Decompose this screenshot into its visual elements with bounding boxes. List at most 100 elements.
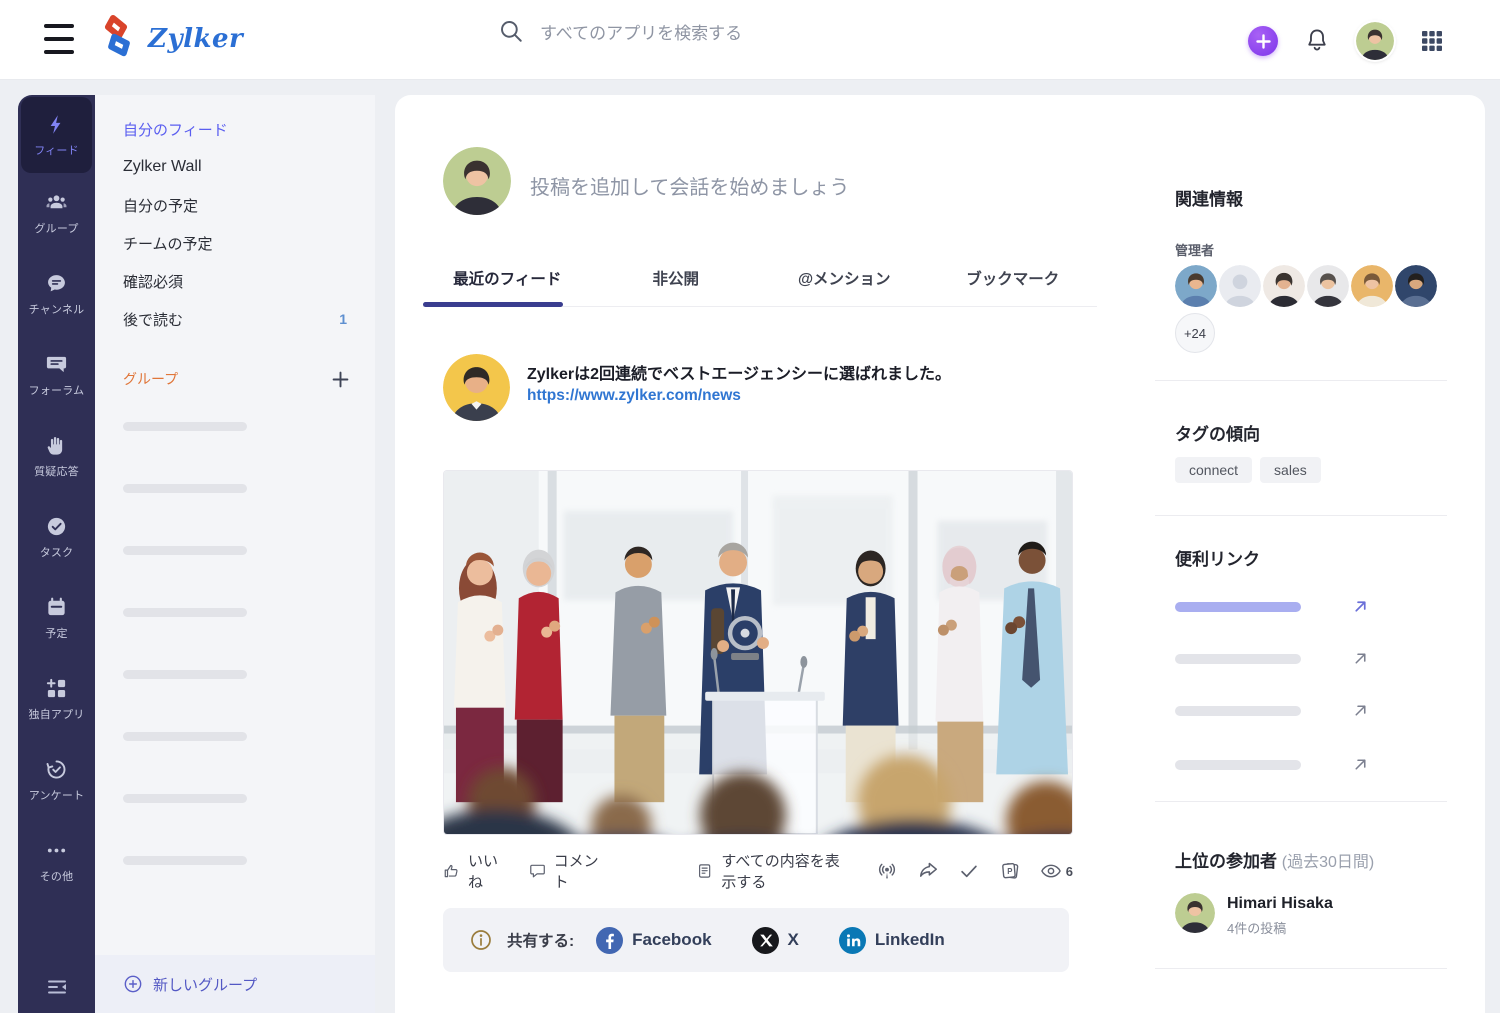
useful-link-row[interactable]: [1175, 650, 1425, 667]
sidebar-item-label: チームの予定: [123, 235, 213, 253]
participant-row[interactable]: Himari Hisaka 4件の投稿: [1175, 893, 1333, 937]
share-bar: 共有する: Facebook X LinkedIn: [443, 908, 1069, 972]
share-button[interactable]: [917, 860, 939, 882]
add-group-button[interactable]: [332, 371, 349, 388]
view-count[interactable]: 6: [1040, 860, 1073, 882]
admin-avatar[interactable]: [1175, 265, 1217, 307]
rail-item-label: フィード: [34, 144, 79, 157]
post-secondary-actions: P 6: [876, 860, 1073, 882]
top-bar: Zylker: [0, 0, 1500, 80]
app: Zylker すべてのアプリを検索する フィード グループ チャンネル フォーラ…: [0, 0, 1500, 1013]
admin-avatars: [1175, 265, 1439, 307]
useful-link-row[interactable]: [1175, 756, 1425, 773]
composer-avatar[interactable]: [443, 147, 511, 215]
user-avatar[interactable]: [1356, 22, 1394, 60]
related-info-title: 関連情報: [1175, 190, 1243, 209]
tag-chip-connect[interactable]: connect: [1175, 457, 1253, 483]
sidebar-item-zylker-wall[interactable]: Zylker Wall: [95, 148, 375, 186]
useful-link-row[interactable]: [1175, 598, 1425, 615]
zylker-logo[interactable]: Zylker: [100, 14, 243, 63]
share-label: 共有する:: [507, 933, 575, 950]
plus-icon: [332, 371, 349, 387]
sidebar-item-label: 後で読む: [123, 311, 184, 329]
groups-section-label[interactable]: グループ: [123, 369, 178, 389]
tab-recent-feed[interactable]: 最近のフィード: [423, 255, 592, 307]
app-grid-button[interactable]: [1420, 29, 1444, 53]
view-all-content-button[interactable]: すべての内容を表示する: [696, 850, 850, 892]
eye-icon: [1040, 864, 1061, 878]
rail-item-tasks[interactable]: タスク: [18, 497, 95, 578]
composer-placeholder[interactable]: 投稿を追加して会話を始めましょう: [530, 171, 849, 200]
tag-chip-sales[interactable]: sales: [1260, 457, 1321, 483]
qna-hand-icon: [47, 436, 63, 455]
sidebar-item-must-read[interactable]: 確認必須: [95, 262, 375, 300]
rail-item-custom-apps[interactable]: 独自アプリ: [18, 659, 95, 740]
stacked-cards-icon: P: [1001, 863, 1019, 879]
more-admins-button[interactable]: +24: [1175, 313, 1215, 353]
skeleton-group-item: [123, 670, 247, 679]
sidebar-item-team-events[interactable]: チームの予定: [95, 224, 375, 262]
pages-button[interactable]: P: [999, 860, 1021, 882]
rail-item-label: 独自アプリ: [28, 709, 85, 721]
rail-item-groups[interactable]: グループ: [18, 173, 95, 254]
admin-avatar[interactable]: [1395, 265, 1437, 307]
external-link-icon[interactable]: [1352, 598, 1369, 615]
skeleton-group-item: [123, 484, 247, 493]
rail-item-more[interactable]: その他: [18, 821, 95, 902]
share-linkedin-button[interactable]: LinkedIn: [838, 926, 945, 954]
external-link-icon[interactable]: [1352, 650, 1369, 667]
admin-avatar-placeholder[interactable]: [1219, 265, 1261, 307]
mark-done-button[interactable]: [958, 860, 980, 882]
global-search: [498, 18, 918, 49]
rail-item-forums[interactable]: フォーラム: [18, 335, 95, 416]
rail-collapse-button[interactable]: [18, 961, 95, 1013]
link-skeleton: [1175, 705, 1301, 716]
tab-private[interactable]: 非公開: [592, 255, 761, 307]
hamburger-menu-button[interactable]: [44, 24, 76, 54]
post-photo[interactable]: [443, 470, 1073, 835]
rail-item-feed[interactable]: フィード: [21, 97, 92, 173]
external-link-icon[interactable]: [1352, 702, 1369, 719]
create-new-button[interactable]: [1248, 26, 1278, 56]
tab-bookmarks[interactable]: ブックマーク: [929, 255, 1098, 307]
skeleton-group-item: [123, 608, 247, 617]
hamburger-bar: [44, 37, 74, 41]
feed-sidebar-list: 自分のフィード Zylker Wall 自分の予定 チームの予定 確認必須 後で…: [95, 95, 375, 338]
rail-item-channels[interactable]: チャンネル: [18, 254, 95, 335]
new-group-button[interactable]: 新しいグループ: [95, 955, 375, 1013]
admin-avatar[interactable]: [1263, 265, 1305, 307]
rail-item-label: フォーラム: [28, 385, 85, 397]
post-link[interactable]: https://www.zylker.com/news: [527, 387, 741, 405]
sidebar-item-my-feed[interactable]: 自分のフィード: [95, 110, 375, 148]
feed-tabs: 最近のフィード 非公開 @メンション ブックマーク: [423, 255, 1097, 307]
sidebar-item-read-later[interactable]: 後で読む 1: [95, 300, 375, 338]
useful-links-title: 便利リンク: [1175, 550, 1260, 569]
rail-item-events[interactable]: 予定: [18, 578, 95, 659]
rail-item-qna[interactable]: 質疑応答: [18, 416, 95, 497]
share-network-label: Facebook: [632, 930, 712, 949]
share-x-button[interactable]: X: [751, 926, 799, 954]
related-info-panel: 関連情報 管理者 +24 タグの傾向 connect sales 便利リンク 上…: [1155, 95, 1455, 1013]
divider: [1155, 801, 1447, 802]
post-author-avatar[interactable]: [443, 354, 510, 421]
sidebar-item-label: 自分の予定: [123, 197, 199, 215]
hamburger-bar: [44, 24, 74, 28]
notifications-button[interactable]: [1304, 27, 1330, 55]
divider: [1155, 968, 1447, 969]
like-button[interactable]: いいね: [443, 850, 503, 892]
survey-icon: [46, 760, 66, 779]
admin-avatar[interactable]: [1307, 265, 1349, 307]
sidebar-item-my-events[interactable]: 自分の予定: [95, 186, 375, 224]
share-facebook-button[interactable]: Facebook: [596, 926, 712, 954]
search-input[interactable]: [540, 23, 870, 44]
broadcast-button[interactable]: [876, 860, 898, 882]
useful-link-row[interactable]: [1175, 702, 1425, 719]
external-link-icon[interactable]: [1352, 756, 1369, 773]
rail-item-surveys[interactable]: アンケート: [18, 740, 95, 821]
active-tab-indicator: [423, 302, 563, 307]
x-icon: [751, 926, 779, 954]
admin-avatar[interactable]: [1351, 265, 1393, 307]
broadcast-icon: [878, 863, 895, 879]
comment-button[interactable]: コメント: [529, 850, 601, 892]
tab-mentions[interactable]: @メンション: [760, 255, 929, 307]
